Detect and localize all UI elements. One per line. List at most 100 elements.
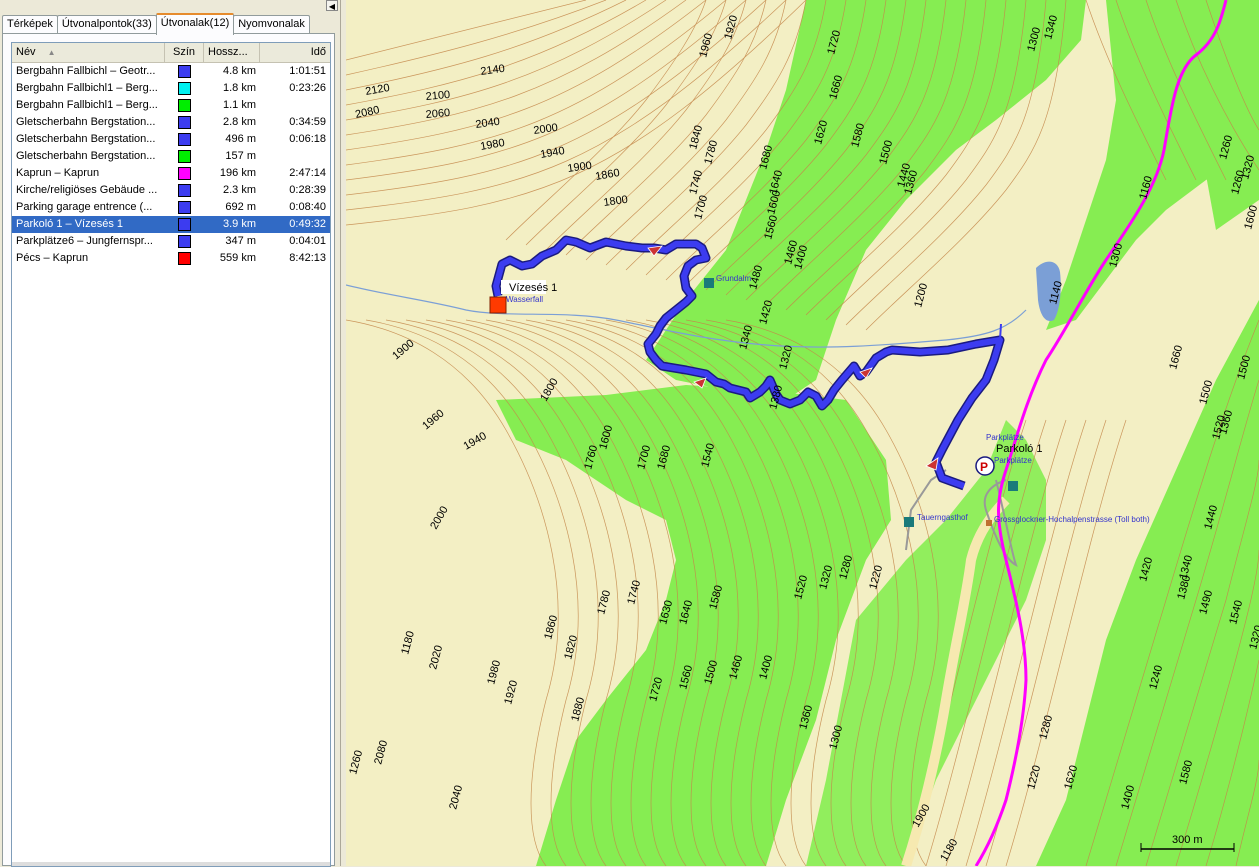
route-row[interactable]: Pécs – Kaprun 559 km 8:42:13 [12,250,330,267]
route-spur [999,323,1002,341]
poi-tauerngasthof: Tauerngasthof [917,513,968,522]
scale-label: 300 m [1172,834,1203,846]
triangle-left-icon: ◀ [328,2,336,11]
routes-list[interactable]: Név ▲ Szín Hossz... Idő Bergbahn Fallbich… [11,42,331,867]
route-length: 1.1 km [222,99,256,111]
route-color-cell[interactable] [165,233,204,250]
route-row[interactable]: Gletscherbahn Bergstation... 496 m 0:06:18 [12,131,330,148]
route-color-cell[interactable] [165,63,204,80]
collapse-panel-button[interactable]: ◀ [326,0,338,11]
route-time: 0:28:39 [289,184,326,196]
tab-routes[interactable]: Útvonalak(12) [155,13,235,35]
route-length: 2.8 km [222,116,256,128]
route-row[interactable]: Parking garage entrence (... 692 m 0:08:40 [12,199,330,216]
route-length: 496 m [225,133,256,145]
tab-bar: Térképek Útvonalpontok(33) Útvonalak(12)… [2,13,310,35]
route-name: Gletscherbahn Bergstation... [16,133,156,145]
list-header: Név ▲ Szín Hossz... Idő [12,43,330,63]
route-color-swatch[interactable] [178,150,191,163]
route-time [260,148,330,165]
route-length: 4.8 km [222,65,256,77]
route-time: 0:06:18 [289,133,326,145]
route-name: Parkplätze6 – Jungfernspr... [16,235,153,247]
route-name: Parkoló 1 – Vízesés 1 [16,218,124,230]
route-color-cell[interactable] [165,114,204,131]
route-color-cell[interactable] [165,182,204,199]
route-color-cell[interactable] [165,97,204,114]
route-color-swatch[interactable] [178,116,191,129]
route-color-cell[interactable] [165,80,204,97]
route-name: Pécs – Kaprun [16,252,89,264]
route-color-cell[interactable] [165,216,204,233]
route-length: 692 m [225,201,256,213]
destination-label: Vízesés 1 [509,282,557,294]
route-color-swatch[interactable] [178,252,191,265]
sort-up-icon: ▲ [47,48,56,57]
route-color-swatch[interactable] [178,82,191,95]
route-row[interactable]: Kaprun – Kaprun 196 km 2:47:14 [12,165,330,182]
route-color-cell[interactable] [165,148,204,165]
route-row[interactable]: Bergbahn Fallbichl – Geotr... 4.8 km 1:01:… [12,63,330,80]
route-time: 0:08:40 [289,201,326,213]
column-header-name[interactable]: Név ▲ [12,43,165,62]
poi-parkplatze-1: Parkplätze [986,433,1024,442]
route-row[interactable]: Bergbahn Fallbichl1 – Berg... 1.1 km [12,97,330,114]
route-row[interactable]: Kirche/religiöses Gebäude ... 2.3 km 0:28:… [12,182,330,199]
route-length: 157 m [225,150,256,162]
column-header-time[interactable]: Idő [260,43,330,62]
route-length: 196 km [219,167,256,179]
horizontal-scrollbar[interactable] [12,862,330,866]
contour-label: 1340 [346,0,370,3]
route-name: Bergbahn Fallbichl – Geotr... [16,65,156,77]
route-row[interactable]: Bergbahn Fallbichl1 – Berg... 1.8 km 0:23:… [12,80,330,97]
route-time: 2:47:14 [289,167,326,179]
route-color-cell[interactable] [165,199,204,216]
column-header-color[interactable]: Szín [165,43,204,62]
route-color-swatch[interactable] [178,133,191,146]
map-canvas[interactable]: Vízesés 1 Wasserfall P Parkoló 1 Parkplä… [346,0,1259,866]
start-label: Parkoló 1 [996,443,1042,455]
route-length: 347 m [225,235,256,247]
route-name: Bergbahn Fallbichl1 – Berg... [16,99,158,111]
route-color-swatch[interactable] [178,65,191,78]
poi-grundalm: Grundalm [716,274,751,283]
restaurant-icon [904,517,914,527]
contour-label: 2100 [425,89,450,103]
route-color-cell[interactable] [165,165,204,182]
route-color-swatch[interactable] [178,201,191,214]
route-row[interactable]: Parkplätze6 – Jungfernspr... 347 m 0:04:01 [12,233,330,250]
route-row[interactable]: Gletscherbahn Bergstation... 2.8 km 0:34:5… [12,114,330,131]
route-time: 0:23:26 [289,82,326,94]
route-color-cell[interactable] [165,131,204,148]
route-color-swatch[interactable] [178,235,191,248]
poi-road: Grossglockner-Hochalpenstrasse (Toll bot… [994,515,1150,524]
tab-waypoints[interactable]: Útvonalpontok(33) [56,15,157,34]
routes-tab-content: Név ▲ Szín Hossz... Idő Bergbahn Fallbich… [2,33,335,867]
route-name: Gletscherbahn Bergstation... [16,116,156,128]
destination-marker [489,296,507,314]
route-length: 1.8 km [222,82,256,94]
route-name: Kaprun – Kaprun [16,167,100,179]
poi-parkplatze-2: Parkplätze [994,456,1032,465]
route-list-panel: ◀ Térképek Útvonalpontok(33) Útvonalak(1… [0,0,340,867]
route-row[interactable]: Gletscherbahn Bergstation... 157 m [12,148,330,165]
tab-maps[interactable]: Térképek [2,15,58,34]
route-color-swatch[interactable] [178,184,191,197]
route-row[interactable]: Parkoló 1 – Vízesés 1 3.9 km 0:49:32 [12,216,330,233]
poi-wasserfall: Wasserfall [506,295,543,304]
route-time [260,97,330,114]
contour-label: 2060 [425,107,450,121]
route-color-swatch[interactable] [178,218,191,231]
route-name: Gletscherbahn Bergstation... [16,150,156,162]
route-length: 559 km [219,252,256,264]
route-color-swatch[interactable] [178,99,191,112]
route-time: 0:49:32 [289,218,326,230]
route-time: 1:01:51 [289,65,326,77]
route-name: Parking garage entrence (... [16,201,153,213]
tab-tracks[interactable]: Nyomvonalak [233,15,310,34]
route-color-swatch[interactable] [178,167,191,180]
column-header-length[interactable]: Hossz... [204,43,260,62]
restaurant-icon [1008,481,1018,491]
route-color-cell[interactable] [165,250,204,267]
map-view[interactable]: Vízesés 1 Wasserfall P Parkoló 1 Parkplä… [346,0,1259,866]
